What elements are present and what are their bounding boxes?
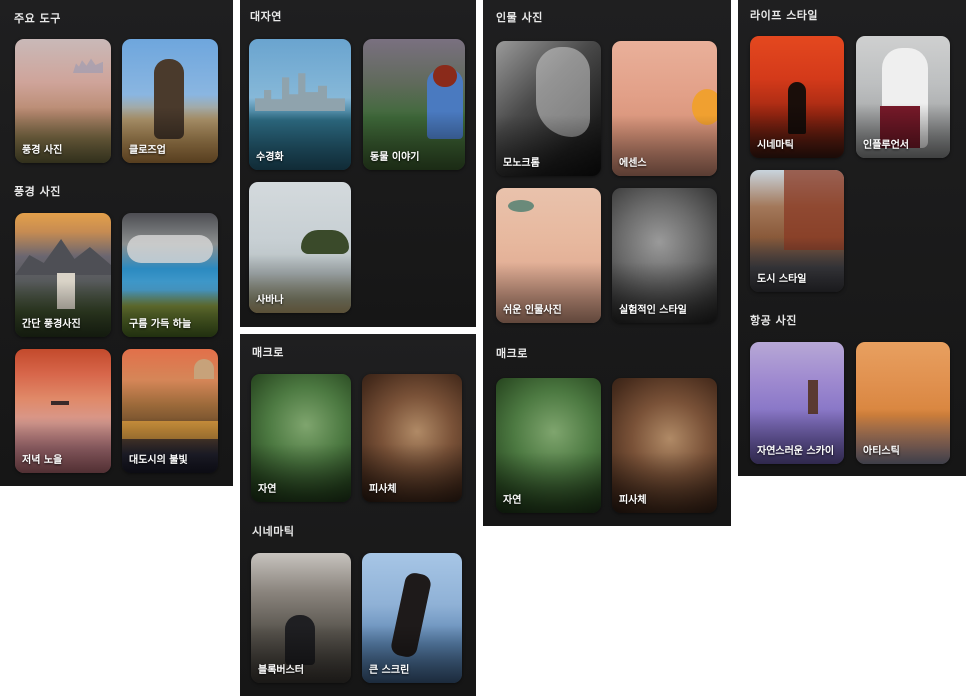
boat-shape: [51, 401, 69, 405]
section-title-lifestyle: 라이프 스타일: [750, 9, 819, 22]
card-label: 블록버스터: [258, 665, 304, 676]
card-label: 자연: [258, 484, 277, 495]
section-title-aerial: 항공 사진: [750, 314, 797, 327]
card-natural-sky[interactable]: 자연스러운 스카이: [750, 342, 844, 464]
card-subject-macro[interactable]: 피사체: [362, 374, 462, 502]
card-monochrome[interactable]: 모노크롬: [496, 41, 601, 176]
card-label: 도시 스타일: [757, 274, 807, 285]
section-title-portrait: 인물 사진: [496, 11, 543, 24]
card-label: 인플루언서: [863, 140, 909, 151]
tree-shape: [301, 230, 349, 254]
section-title-macro: 매크로: [252, 346, 284, 359]
card-label: 수경화: [256, 152, 284, 163]
card-label: 실험적인 스타일: [619, 305, 687, 316]
card-big-screen[interactable]: 큰 스크린: [362, 553, 462, 683]
card-artistic[interactable]: 아티스틱: [856, 342, 950, 464]
card-label: 자연스러운 스카이: [757, 446, 835, 457]
cloud-shape: [127, 235, 213, 263]
card-label: 아티스틱: [863, 446, 900, 457]
card-label: 에센스: [619, 158, 647, 169]
card-label: 구름 가득 하늘: [129, 319, 192, 330]
card-city-lights[interactable]: 대도시의 불빛: [122, 349, 218, 473]
section-title-main-tools: 주요 도구: [14, 12, 61, 25]
card-label: 클로즈업: [129, 145, 166, 156]
section-title-cinematic: 시네마틱: [252, 525, 295, 538]
card-label: 큰 스크린: [369, 665, 410, 676]
card-label: 간단 풍경사진: [22, 319, 81, 330]
card-label: 사바나: [256, 295, 284, 306]
eye-shape: [508, 200, 534, 212]
mountain-shape: [15, 239, 111, 275]
panel-main-tools: 주요 도구 풍경 사진 클로즈업 풍경 사진 간단 풍경사진 구름 가득 하늘 …: [0, 0, 233, 486]
section-title-macro-2: 매크로: [496, 347, 528, 360]
card-urban-style[interactable]: 도시 스타일: [750, 170, 844, 292]
section-title-landscape: 풍경 사진: [14, 185, 61, 198]
panel-macro-cinematic: 매크로 자연 피사체 시네마틱 블록버스터 큰 스크린: [240, 334, 476, 696]
panel-nature: 대자연 수경화 동물 이야기 사바나: [240, 0, 476, 327]
card-animal-story[interactable]: 동물 이야기: [363, 39, 465, 170]
card-label: 동물 이야기: [370, 152, 420, 163]
card-label: 풍경 사진: [22, 145, 63, 156]
card-cloudy-sky[interactable]: 구름 가득 하늘: [122, 213, 218, 337]
card-label: 시네마틱: [757, 140, 794, 151]
card-experimental-style[interactable]: 실험적인 스타일: [612, 188, 717, 323]
card-subject-macro-2[interactable]: 피사체: [612, 378, 717, 513]
card-nature-macro[interactable]: 자연: [251, 374, 351, 502]
card-blockbuster[interactable]: 블록버스터: [251, 553, 351, 683]
card-landscape-photo[interactable]: 풍경 사진: [15, 39, 111, 163]
card-simple-landscape[interactable]: 간단 풍경사진: [15, 213, 111, 337]
card-label: 저녁 노을: [22, 455, 63, 466]
card-label: 피사체: [619, 495, 647, 506]
card-influencer[interactable]: 인플루언서: [856, 36, 950, 158]
card-nature-macro-2[interactable]: 자연: [496, 378, 601, 513]
card-label: 모노크롬: [503, 158, 540, 169]
card-label: 쉬운 인물사진: [503, 305, 562, 316]
card-label: 대도시의 불빛: [129, 455, 188, 466]
castle-silhouette: [73, 58, 103, 73]
card-waterscape[interactable]: 수경화: [249, 39, 351, 170]
section-title-nature: 대자연: [250, 10, 282, 23]
panel-lifestyle: 라이프 스타일 시네마틱 인플루언서 도시 스타일 항공 사진 자연스러운 스카…: [738, 0, 966, 476]
dome-shape: [194, 359, 214, 379]
panel-portrait: 인물 사진 모노크롬 에센스 쉬운 인물사진 실험적인 스타일 매크로 자연 피…: [483, 0, 731, 526]
card-essence[interactable]: 에센스: [612, 41, 717, 176]
card-cinematic-lifestyle[interactable]: 시네마틱: [750, 36, 844, 158]
card-closeup[interactable]: 클로즈업: [122, 39, 218, 163]
card-easy-portrait[interactable]: 쉬운 인물사진: [496, 188, 601, 323]
hair-shape: [433, 65, 457, 87]
card-label: 피사체: [369, 484, 397, 495]
card-savanna[interactable]: 사바나: [249, 182, 351, 313]
card-label: 자연: [503, 495, 522, 506]
skyline-shape: [255, 73, 345, 111]
card-evening-glow[interactable]: 저녁 노을: [15, 349, 111, 473]
